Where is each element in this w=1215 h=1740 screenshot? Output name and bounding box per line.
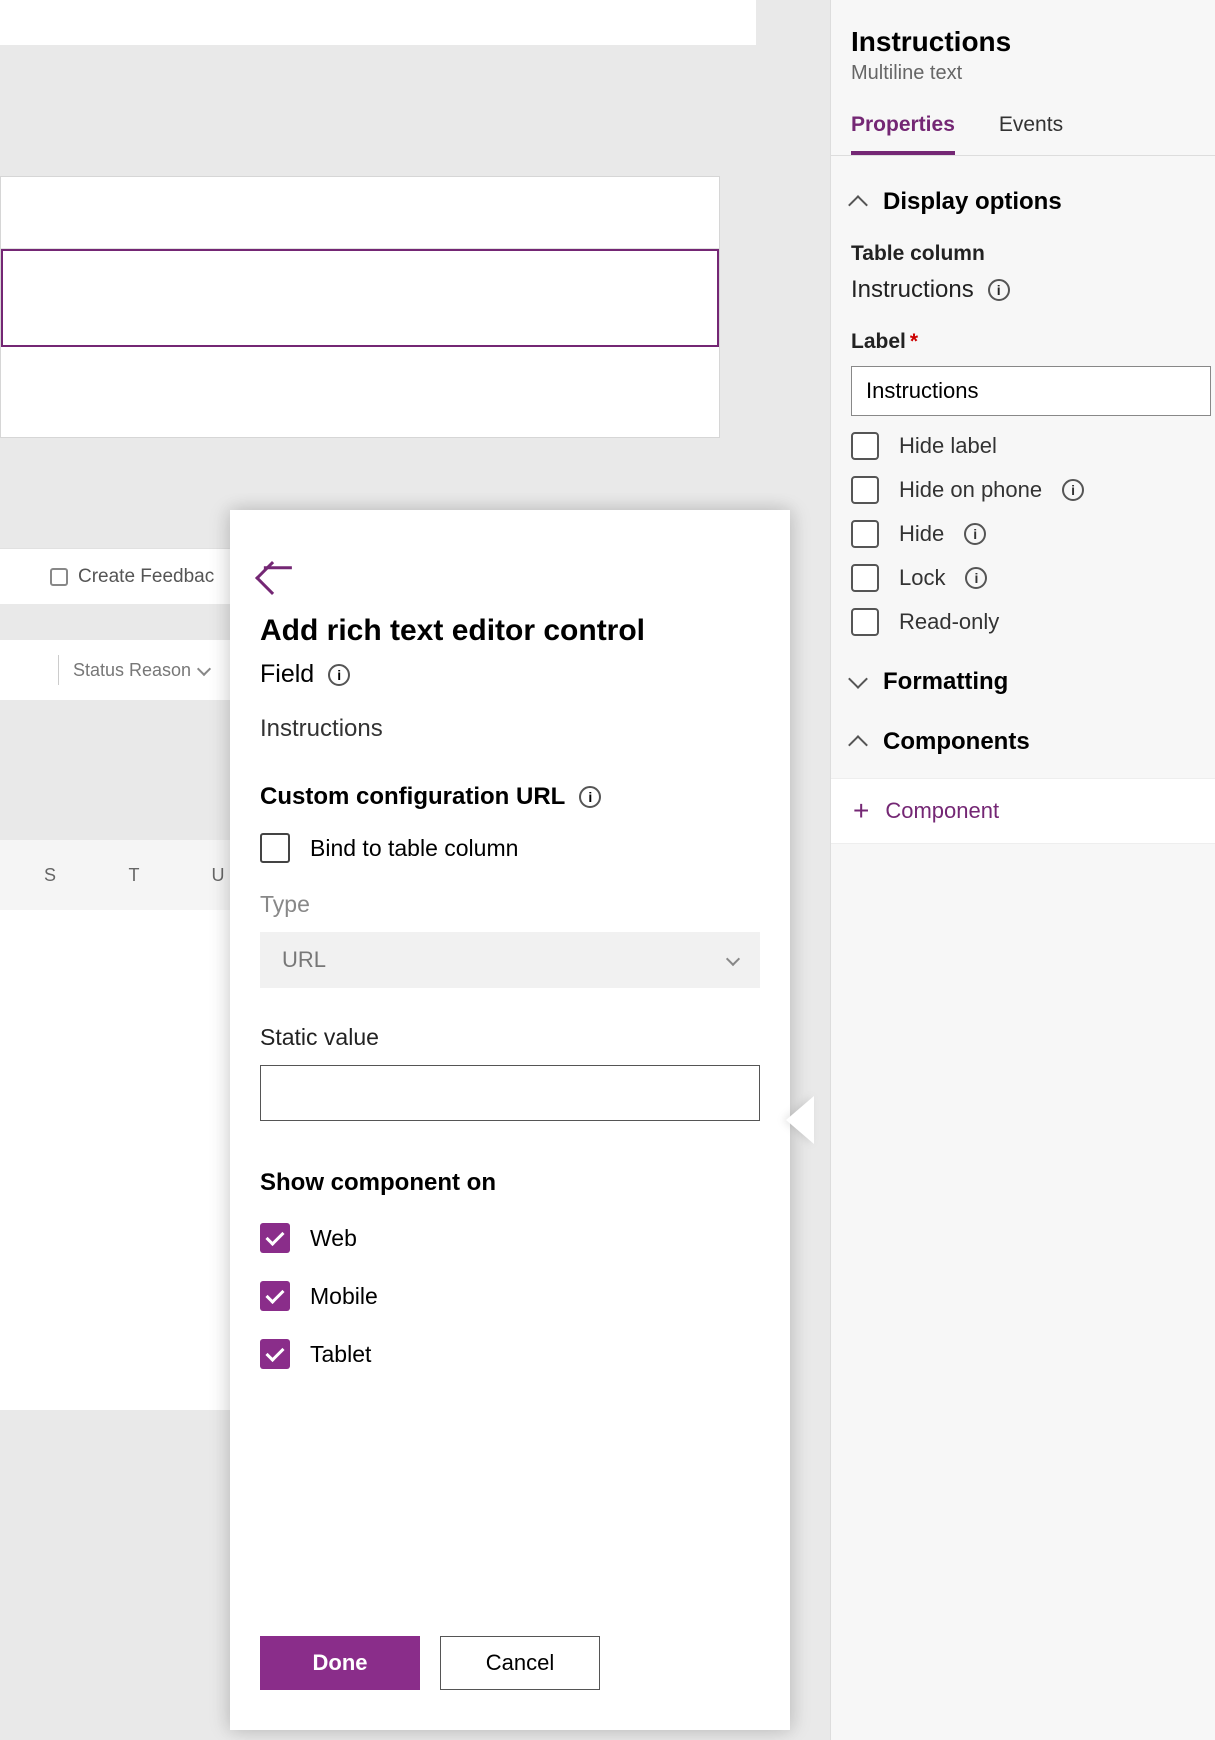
section-components[interactable]: Components [831, 696, 1215, 756]
checkbox-checked[interactable] [260, 1281, 290, 1311]
chevron-down-icon [726, 951, 740, 965]
check-label: Read-only [899, 609, 999, 635]
chevron-down-icon [848, 669, 868, 689]
static-value-input[interactable] [260, 1065, 760, 1121]
info-icon[interactable]: i [1062, 479, 1084, 501]
add-component-button[interactable]: + Component [831, 778, 1215, 844]
config-url-header: Custom configuration URL i [260, 783, 760, 811]
chevron-up-icon [848, 735, 868, 755]
panel-title: Instructions [831, 0, 1215, 58]
table-column-value: Instructions i [831, 266, 1215, 304]
checkbox[interactable] [851, 520, 879, 548]
info-icon[interactable]: i [964, 523, 986, 545]
section-label: Components [883, 728, 1030, 756]
modal-footer: Done Cancel [260, 1636, 600, 1690]
divider [58, 655, 59, 685]
info-icon[interactable]: i [965, 567, 987, 589]
canvas-header-strip [0, 0, 756, 45]
checkbox-checked[interactable] [260, 1339, 290, 1369]
section-label: Formatting [883, 668, 1008, 696]
field-label: Field [260, 660, 314, 689]
bind-check-label: Bind to table column [310, 835, 518, 862]
platform-tablet-row[interactable]: Tablet [260, 1339, 760, 1369]
platform-mobile-row[interactable]: Mobile [260, 1281, 760, 1311]
label-input[interactable] [851, 366, 1211, 416]
check-read-only[interactable]: Read-only [831, 592, 1215, 636]
check-hide[interactable]: Hide i [831, 504, 1215, 548]
checkbox-checked[interactable] [260, 1223, 290, 1253]
check-hide-label[interactable]: Hide label [831, 416, 1215, 460]
label-text: Label [851, 330, 906, 353]
toolbar-item-label: Create Feedbac [78, 566, 214, 588]
section-display-options[interactable]: Display options [831, 156, 1215, 216]
modal-field-value: Instructions [260, 715, 760, 743]
section-label: Display options [883, 188, 1062, 216]
bind-to-column-row[interactable]: Bind to table column [260, 833, 760, 863]
panel-subtitle: Multiline text [831, 58, 1215, 85]
add-control-modal: Add rich text editor control Field i Ins… [230, 510, 790, 1730]
platform-web-row[interactable]: Web [260, 1223, 760, 1253]
check-label: Hide label [899, 433, 997, 459]
platform-label: Web [310, 1225, 357, 1252]
chevron-down-icon [197, 661, 211, 675]
checkbox[interactable] [260, 833, 290, 863]
type-select[interactable]: URL [260, 932, 760, 988]
type-value: URL [282, 947, 326, 973]
properties-panel: Instructions Multiline text Properties E… [830, 0, 1215, 1740]
form-preview [0, 176, 720, 438]
grid-col[interactable]: T [92, 865, 176, 886]
callout-pointer-icon [786, 1096, 814, 1144]
grid-col[interactable]: S [8, 865, 92, 886]
label-field-label: Label* [831, 304, 1215, 354]
status-label: Status Reason [73, 660, 191, 681]
platform-label: Mobile [310, 1283, 378, 1310]
check-label: Hide on phone [899, 477, 1042, 503]
static-value-label: Static value [260, 1024, 760, 1051]
section-formatting[interactable]: Formatting [831, 636, 1215, 696]
form-row-selected[interactable] [1, 249, 719, 347]
config-url-label: Custom configuration URL [260, 783, 565, 811]
checkbox[interactable] [851, 476, 879, 504]
done-button[interactable]: Done [260, 1636, 420, 1690]
back-arrow-icon[interactable] [255, 561, 289, 595]
plus-icon: + [853, 795, 869, 827]
info-icon[interactable]: i [988, 279, 1010, 301]
modal-title: Add rich text editor control [260, 614, 760, 648]
check-lock[interactable]: Lock i [831, 548, 1215, 592]
required-indicator: * [910, 330, 918, 353]
checkbox[interactable] [851, 432, 879, 460]
form-row[interactable] [1, 347, 719, 437]
panel-tabs: Properties Events [831, 85, 1215, 156]
cancel-button[interactable]: Cancel [440, 1636, 600, 1690]
check-label: Hide [899, 521, 944, 547]
gear-icon [50, 568, 68, 586]
modal-field-row: Field i [260, 660, 760, 689]
check-label: Lock [899, 565, 945, 591]
tab-properties[interactable]: Properties [851, 113, 955, 155]
checkbox[interactable] [851, 564, 879, 592]
form-row[interactable] [1, 177, 719, 249]
show-component-header: Show component on [260, 1169, 760, 1197]
chevron-up-icon [848, 195, 868, 215]
tab-events[interactable]: Events [999, 113, 1063, 155]
table-column-text: Instructions [851, 276, 974, 304]
checkbox[interactable] [851, 608, 879, 636]
info-icon[interactable]: i [328, 664, 350, 686]
type-label: Type [260, 891, 760, 918]
info-icon[interactable]: i [579, 786, 601, 808]
table-column-label: Table column [831, 216, 1215, 266]
check-hide-on-phone[interactable]: Hide on phone i [831, 460, 1215, 504]
add-component-label: Component [885, 798, 999, 824]
platform-label: Tablet [310, 1341, 371, 1368]
